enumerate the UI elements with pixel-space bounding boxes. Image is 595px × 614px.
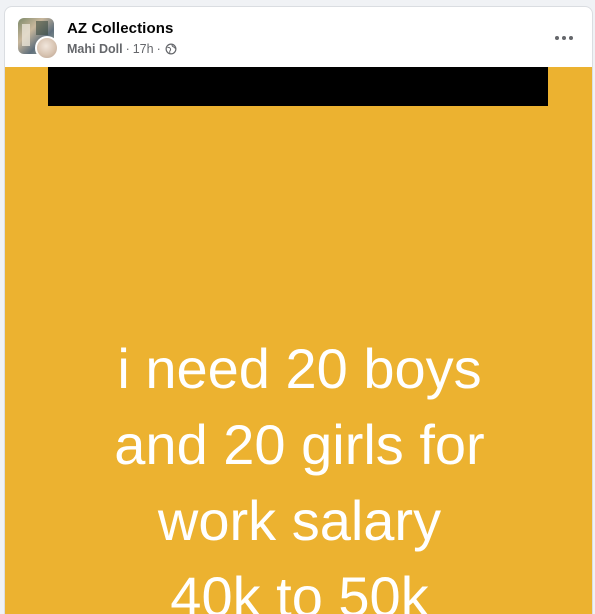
more-options-button[interactable]: [550, 25, 578, 51]
post-meta: Mahi Doll · 17h ·: [67, 42, 177, 56]
avatar[interactable]: [18, 18, 59, 60]
post-card: AZ Collections Mahi Doll · 17h · i need …: [4, 6, 593, 614]
page-title[interactable]: AZ Collections: [67, 20, 173, 37]
post-text-line: work salary: [157, 489, 442, 552]
author-name[interactable]: Mahi Doll: [67, 42, 123, 56]
separator-dot: ·: [125, 42, 130, 56]
user-avatar[interactable]: [35, 36, 59, 60]
redacted-region: [48, 67, 548, 106]
globe-icon[interactable]: [165, 43, 177, 55]
post-text-line: i need 20 boys: [117, 337, 482, 400]
post-text-line: and 20 girls for: [114, 413, 485, 476]
more-options-icon: [555, 36, 573, 40]
post-time[interactable]: 17h: [133, 42, 154, 56]
post-text: i need 20 boys and 20 girls for work sal…: [5, 331, 592, 614]
post-content[interactable]: i need 20 boys and 20 girls for work sal…: [5, 67, 592, 614]
post-header: AZ Collections Mahi Doll · 17h ·: [5, 7, 592, 67]
separator-dot: ·: [156, 42, 161, 56]
post-text-line: 40k to 50k: [170, 565, 429, 614]
